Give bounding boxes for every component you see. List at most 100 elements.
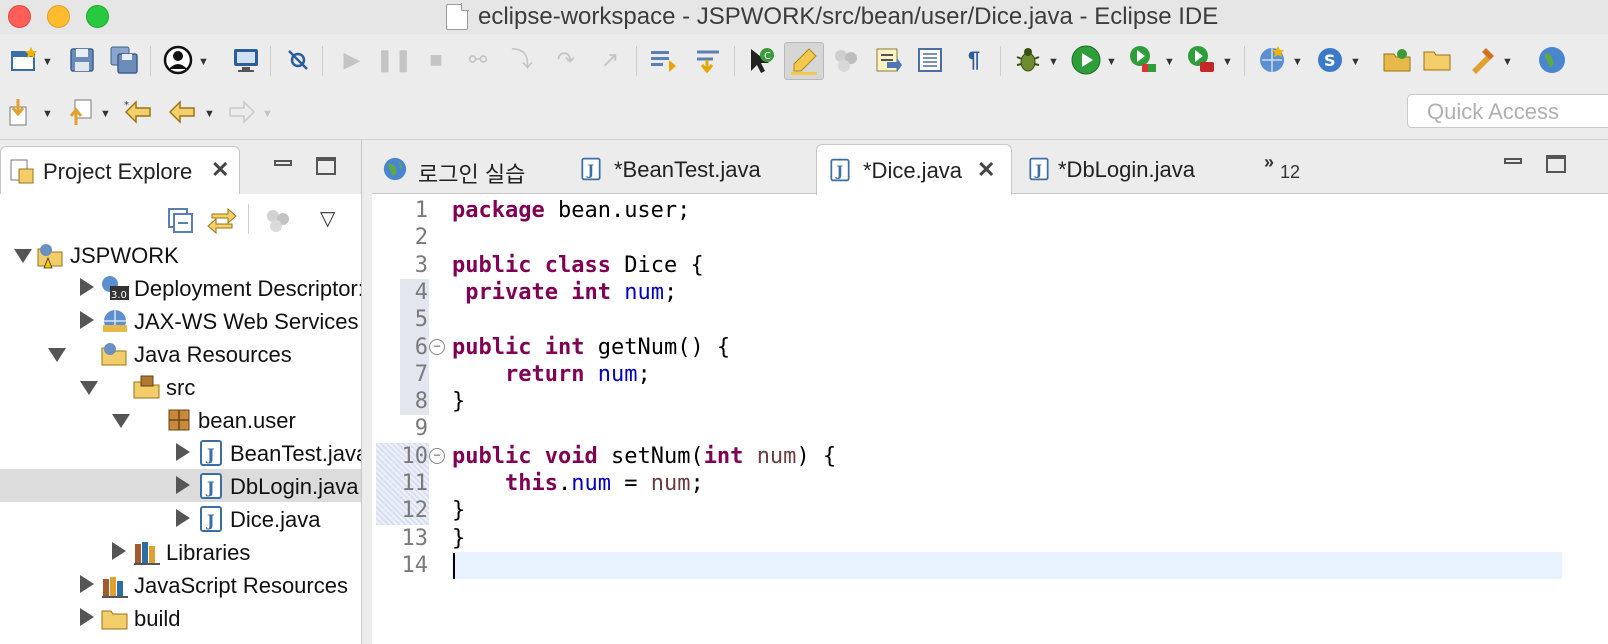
tab-project-explorer[interactable]: Project Explore ✕ [0,146,240,194]
tree-item[interactable]: Java Resources [0,337,361,370]
launch-tool-icon[interactable] [1466,44,1498,76]
code-line[interactable]: } [452,525,465,552]
toggle-mark-occurrences-icon[interactable] [784,42,824,80]
step-return-icon[interactable]: ↗ [594,44,626,76]
view-menu-chevron-down-icon[interactable]: ▽ [320,206,335,231]
previous-annotation-up-icon[interactable] [64,96,96,128]
drop-to-frame-icon[interactable] [648,44,680,76]
new-web-service-icon[interactable]: S [1314,44,1346,76]
code-line[interactable]: public void setNum(int num) { [452,443,836,470]
code-line[interactable]: private int num; [452,279,677,306]
chevron-right-icon[interactable] [80,311,94,329]
maximize-view-button[interactable] [316,157,336,175]
close-icon[interactable]: ✕ [977,157,995,183]
code-line[interactable]: this.num = num; [452,470,704,497]
open-perspective-folder-icon[interactable] [1382,44,1414,76]
forward-dropdown-icon[interactable]: ▼ [262,108,273,120]
tree-item[interactable]: JAX-WS Web Services [0,304,361,337]
tree-item[interactable]: J Dice.java [0,502,361,535]
chevron-right-icon[interactable] [80,278,94,296]
chevron-right-icon[interactable] [176,509,190,527]
back-dropdown-icon[interactable]: ▼ [204,108,215,120]
coverage-icon[interactable] [1128,44,1160,76]
next-annotation-dropdown-icon[interactable]: ▼ [42,108,53,120]
chevron-right-icon[interactable] [80,575,94,593]
run-dropdown-icon[interactable]: ▼ [1106,56,1117,68]
skip-breakpoints-icon[interactable] [282,44,314,76]
tree-item[interactable]: bean.user [0,403,361,436]
chevron-right-icon[interactable] [80,608,94,626]
account-dropdown-icon[interactable]: ▼ [198,56,209,68]
open-type-icon[interactable]: C [746,44,778,76]
new-server-dropdown-icon[interactable]: ▼ [1292,56,1303,68]
next-annotation-icon[interactable] [872,44,904,76]
last-edit-location-icon[interactable]: * [122,96,154,128]
chevron-right-icon[interactable] [176,476,190,494]
code-line[interactable]: return num; [452,361,651,388]
close-window-button[interactable] [8,5,31,28]
tab-overflow-icon[interactable]: » [1264,152,1274,173]
show-whitespace-pane-icon[interactable] [914,44,946,76]
chevron-right-icon[interactable] [112,542,126,560]
open-folder-icon[interactable] [1422,44,1454,76]
web-browser-icon[interactable] [1536,44,1568,76]
code-line[interactable]: } [452,497,465,524]
new-wizard-icon[interactable] [8,44,40,76]
resume-icon[interactable]: ▶ [336,44,368,76]
use-step-filters-icon[interactable] [692,44,724,76]
tab-editor-file[interactable]: J *BeanTest.java [568,144,806,194]
new-server-icon[interactable] [1256,44,1288,76]
web-service-dropdown-icon[interactable]: ▼ [1350,56,1361,68]
fold-toggle-icon[interactable]: − [429,447,445,464]
chevron-down-icon[interactable] [14,249,32,263]
save-icon[interactable] [66,44,98,76]
maximize-editor-button[interactable] [1546,155,1566,173]
tab-editor-file[interactable]: 로그인 실습 [372,144,548,194]
code-line[interactable]: package bean.user; [452,197,690,224]
next-annotation-down-icon[interactable] [6,96,38,128]
coverage-dropdown-icon[interactable]: ▼ [1164,56,1175,68]
run-external-tools-icon[interactable] [1186,44,1218,76]
previous-annotation-dropdown-icon[interactable]: ▼ [100,108,111,120]
toggle-block-selection-icon[interactable] [830,44,862,76]
tree-item[interactable]: JSPWORK [0,238,361,271]
tree-item[interactable]: J BeanTest.java [0,436,361,469]
code-line[interactable]: public class Dice { [452,252,704,279]
disconnect-icon[interactable]: ⚯ [462,44,494,76]
tree-item[interactable]: Libraries [0,535,361,568]
quick-access-input[interactable]: Quick Access [1407,94,1608,128]
tab-overflow-count[interactable]: 12 [1280,162,1300,183]
minimize-window-button[interactable] [47,5,70,28]
close-icon[interactable]: ✕ [211,157,229,183]
code-line[interactable]: public int getNum() { [452,334,730,361]
minimize-view-button[interactable] [274,160,292,166]
chevron-down-icon[interactable] [112,414,130,428]
code-editor[interactable]: 1 2 3 4 5 6 7 8 9 10 11 12 13 14− − package bean.user; p… [372,194,1608,644]
code-line[interactable]: } [452,388,465,415]
tree-item[interactable]: JavaScript Resources [0,568,361,601]
launch-tool-dropdown-icon[interactable]: ▼ [1502,56,1513,68]
user-account-icon[interactable] [162,44,194,76]
tab-editor-file[interactable]: J *Dice.java ✕ [816,144,1012,195]
minimize-editor-button[interactable] [1504,158,1522,164]
save-all-icon[interactable] [108,44,140,76]
suspend-icon[interactable]: ❚❚ [376,44,413,76]
forward-icon[interactable] [226,96,258,128]
step-into-icon[interactable]: ⤵ [506,44,538,76]
debug-dropdown-icon[interactable]: ▼ [1048,56,1059,68]
step-over-icon[interactable]: ↷ [550,44,582,76]
external-tools-dropdown-icon[interactable]: ▼ [1222,56,1233,68]
tab-editor-file[interactable]: J *DbLogin.java [1016,144,1236,194]
new-dropdown-icon[interactable]: ▼ [42,56,53,68]
chevron-down-icon[interactable] [80,381,98,395]
show-whitespace-characters-icon[interactable]: ¶ [958,44,990,76]
tree-item[interactable]: 3.0 Deployment Descriptor: . [0,271,361,304]
back-icon[interactable] [166,96,198,128]
run-icon[interactable] [1070,44,1102,76]
focus-on-active-task-icon[interactable] [262,204,294,236]
collapse-all-icon[interactable] [164,204,196,236]
tree-item[interactable]: src [0,370,361,403]
chevron-right-icon[interactable] [176,443,190,461]
open-console-icon[interactable] [230,44,262,76]
tree-item[interactable]: J DbLogin.java [0,469,361,502]
